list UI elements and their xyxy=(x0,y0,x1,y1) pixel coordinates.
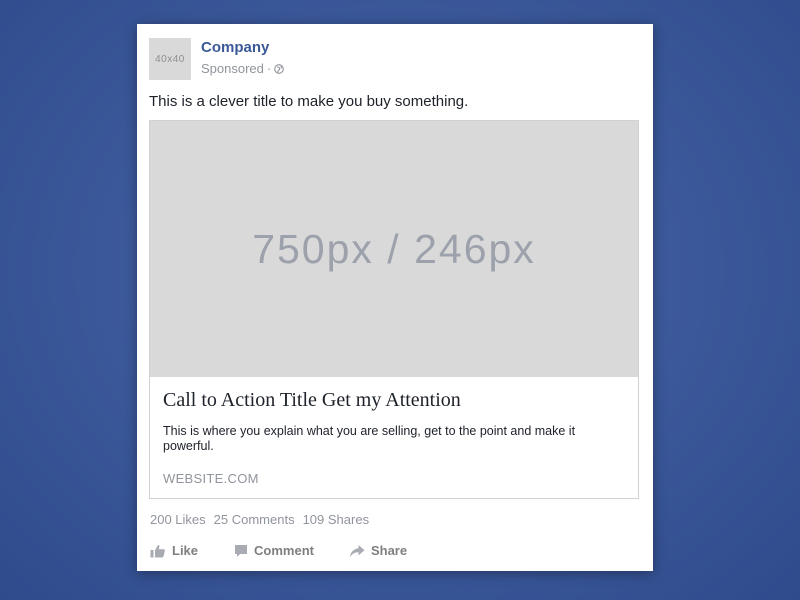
separator-dot: · xyxy=(266,61,272,76)
card-description: This is where you explain what you are s… xyxy=(163,424,576,453)
like-button[interactable]: Like xyxy=(150,543,198,558)
post-message: This is a clever title to make you buy s… xyxy=(149,93,469,110)
likes-count[interactable]: 200 Likes xyxy=(150,512,206,527)
shares-count[interactable]: 109 Shares xyxy=(303,512,370,527)
comment-button[interactable]: Comment xyxy=(234,543,314,558)
globe-icon[interactable] xyxy=(274,63,285,74)
card-website: WEBSITE.COM xyxy=(163,471,259,486)
sponsored-label[interactable]: Sponsored xyxy=(201,61,264,76)
sponsored-post: 40x40 Company Sponsored · This is a clev… xyxy=(137,24,653,571)
card-image-placeholder[interactable]: 750px / 246px xyxy=(150,121,638,377)
share-label: Share xyxy=(370,543,408,558)
action-bar: Like Comment Share xyxy=(150,543,407,558)
share-button[interactable]: Share xyxy=(349,543,407,558)
thumbs-up-icon xyxy=(150,544,166,558)
comment-label: Comment xyxy=(254,543,314,558)
like-label: Like xyxy=(172,543,199,558)
comments-count[interactable]: 25 Comments xyxy=(214,512,295,527)
engagement-stats: 200 Likes 25 Comments 109 Shares xyxy=(150,512,369,527)
avatar[interactable]: 40x40 xyxy=(149,38,191,80)
comment-bubble-icon xyxy=(234,544,248,558)
link-preview-card[interactable]: 750px / 246px Call to Action Title Get m… xyxy=(149,120,639,499)
card-title[interactable]: Call to Action Title Get my Attention xyxy=(163,389,461,412)
sponsored-row: Sponsored · xyxy=(201,61,285,76)
company-name-link[interactable]: Company xyxy=(201,39,269,56)
share-arrow-icon xyxy=(349,544,365,558)
